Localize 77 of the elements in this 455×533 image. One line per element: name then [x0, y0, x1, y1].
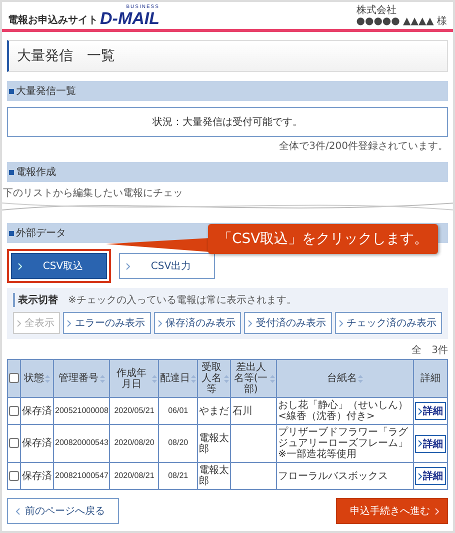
chevron-icon [418, 472, 422, 480]
column-header[interactable]: 台紙名 [276, 360, 414, 398]
chevron-icon [17, 320, 21, 326]
checkbox[interactable] [9, 438, 19, 448]
section-title: 大量発信一覧 [16, 84, 76, 98]
filter-button[interactable]: エラーのみ表示 [63, 312, 151, 334]
table-cell: 保存済 [20, 398, 54, 424]
sort-icon[interactable] [358, 374, 364, 382]
square-icon [9, 170, 14, 174]
chevron-icon [126, 262, 130, 270]
csv-button[interactable]: CSV出力 [119, 253, 215, 279]
section-title: 電報作成 [16, 166, 56, 179]
table-cell: やまだ [198, 398, 231, 424]
registered-note: 全体で3件/200件登録されています。 [278, 140, 448, 153]
table-cell: おし花「静心」（せいしん）<線香（沈香）付き> [276, 398, 414, 424]
chevron-icon [435, 508, 439, 514]
table-cell: 200820000543 [54, 424, 110, 462]
next-button[interactable]: 申込手続きへ進む [336, 498, 448, 524]
csv-button[interactable]: CSV取込 [11, 253, 107, 279]
table-cell: プリザーブドフラワー「ラグジュアリーローズフレーム」※一部造花等使用 [276, 424, 414, 462]
square-icon [9, 88, 14, 94]
table-cell: 2020/05/21 [110, 398, 159, 424]
callout: 「CSV取込」をクリックします。 [208, 224, 438, 254]
table-cell: 電報太郎 [198, 424, 231, 462]
table-cell: 08/20 [158, 424, 198, 462]
column-header[interactable]: 管理番号 [54, 360, 110, 398]
checkbox[interactable] [9, 406, 19, 416]
site-label: 電報お申込みサイト [8, 14, 98, 27]
table-cell [230, 462, 277, 490]
column-header[interactable]: 作成年月日 [110, 360, 159, 398]
square-icon [9, 230, 14, 236]
column-header[interactable]: 状態 [20, 360, 54, 398]
chevron-icon [18, 262, 22, 270]
filter-button[interactable]: 保存済のみ表示 [154, 312, 242, 334]
table-cell: 200521000008 [54, 398, 110, 424]
chevron-icon [418, 440, 422, 447]
column-header: 詳細 [413, 360, 448, 398]
chevron-icon [248, 320, 252, 326]
filter-button[interactable]: 受付済のみ表示 [244, 312, 332, 334]
page-title: 大量発信 一覧 [7, 40, 448, 72]
table-cell [230, 424, 277, 462]
sort-icon[interactable] [100, 374, 105, 382]
item-count: 全 3件 [410, 344, 448, 357]
user-name: ●●●●● ▲▲▲▲ 様 [356, 16, 447, 27]
table-cell: 保存済 [20, 424, 54, 462]
column-header[interactable]: 配達日 [158, 360, 198, 398]
checkbox[interactable] [9, 470, 19, 481]
chevron-icon [67, 320, 72, 326]
chevron-icon [338, 320, 343, 326]
detail-button[interactable]: 詳細 [414, 467, 446, 485]
table-cell: 石川 [230, 398, 277, 424]
status-message: 状況：大量発信は受付可能です。 [7, 107, 448, 137]
filter-title: 表示切替 [13, 293, 58, 307]
table-cell: 06/01 [158, 398, 198, 424]
table-cell: フローラルバスボックス [276, 462, 414, 490]
detail-button[interactable]: 詳細 [414, 434, 446, 452]
section-title: 外部データ [16, 226, 66, 240]
filter-button[interactable]: チェック済のみ表示 [334, 312, 442, 334]
chevron-icon [158, 320, 162, 326]
detail-button[interactable]: 詳細 [414, 402, 446, 420]
back-button[interactable]: 前のページへ戻る [7, 498, 119, 524]
column-header[interactable]: 差出人名等(一部) [230, 360, 277, 398]
table-cell: 08/21 [158, 462, 198, 490]
column-header[interactable]: 受取人名等 [198, 360, 231, 398]
company-label: 株式会社 [356, 5, 398, 16]
logo[interactable]: D-MAIL [100, 10, 160, 27]
hint-text: 下のリストから編集したい電報にチェッ [3, 186, 184, 200]
table-cell: 電報太郎 [198, 462, 231, 490]
chevron-icon [418, 408, 422, 414]
checkbox[interactable] [9, 373, 19, 384]
table-cell: 200821000547 [54, 462, 110, 490]
sort-icon[interactable] [45, 374, 50, 382]
table-cell: 保存済 [20, 462, 54, 490]
table-cell: 2020/08/20 [110, 424, 159, 462]
filter-note: ※チェックの入っている電報は常に表示されます。 [68, 294, 296, 307]
chevron-icon [16, 508, 20, 514]
table-cell: 2020/08/21 [110, 462, 159, 490]
